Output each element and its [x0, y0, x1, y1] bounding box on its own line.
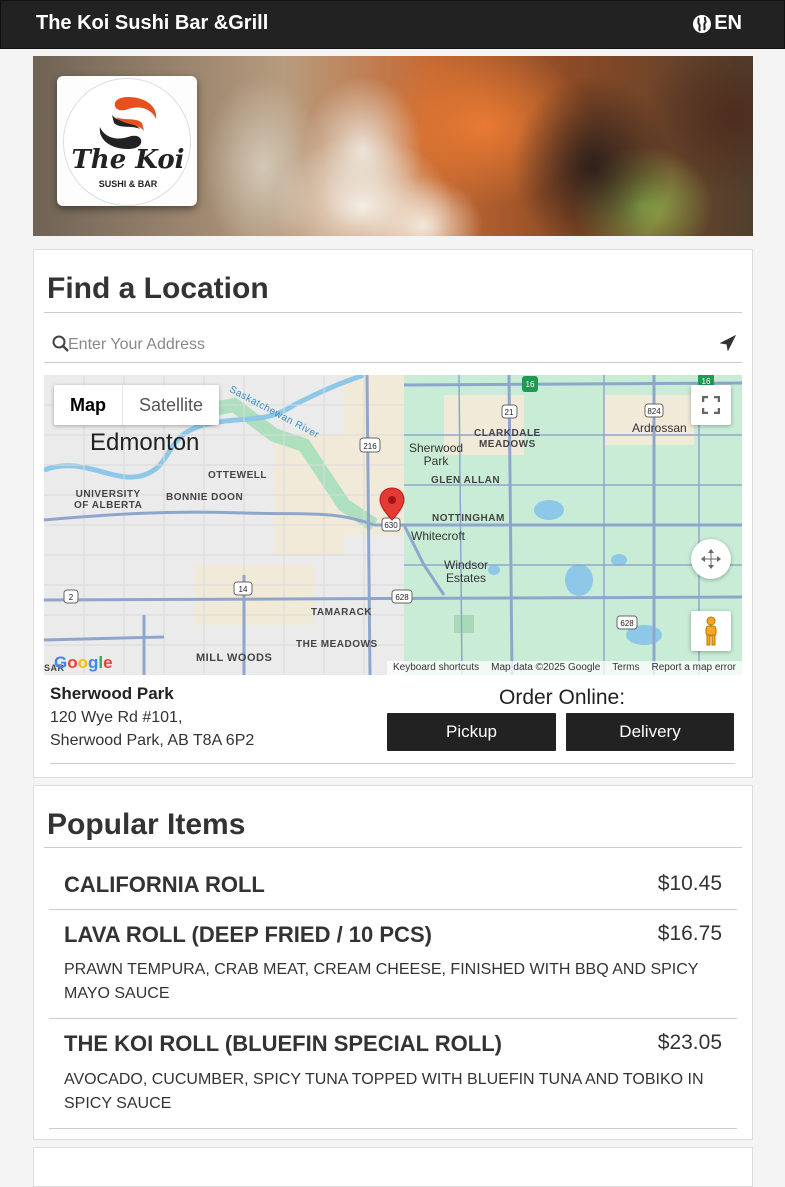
logo-subtitle: SUSHI & BAR: [98, 179, 158, 189]
map-area-label: UNIVERSITY OF ALBERTA: [74, 489, 143, 511]
menu-item-description: PRAWN TEMPURA, CRAB MEAT, CREAM CHEESE, …: [64, 961, 699, 1002]
map-city-label: Edmonton: [90, 429, 200, 456]
top-navbar: The Koi Sushi Bar &Grill EN: [0, 0, 785, 49]
terms-link[interactable]: Terms: [612, 662, 639, 674]
map-area-label: MILL WOODS: [196, 652, 273, 664]
fullscreen-button[interactable]: [691, 385, 731, 425]
menu-item-price: $23.05: [657, 1031, 722, 1054]
divider: [44, 362, 742, 363]
globe-icon: [693, 14, 712, 33]
map-town-label: Sherwood Park: [409, 441, 464, 468]
divider: [44, 847, 742, 848]
route-shield-text: 824: [647, 407, 661, 416]
menu-item-name: CALIFORNIA ROLL: [64, 872, 265, 897]
divider: [50, 763, 735, 764]
address-line-1: 120 Wye Rd #101,: [50, 709, 183, 726]
popular-items-title: Popular Items: [47, 808, 246, 841]
location-name: Sherwood Park: [50, 684, 174, 703]
route-shield-text: 628: [395, 593, 409, 602]
keyboard-shortcuts-link[interactable]: Keyboard shortcuts: [393, 662, 479, 674]
satellite-view-button[interactable]: Satellite: [123, 385, 219, 425]
address-search-input[interactable]: [68, 332, 708, 358]
hero-banner: The Koi SUSHI & BAR: [33, 56, 753, 236]
map-type-control: Map Satellite: [54, 385, 220, 425]
next-panel: [33, 1147, 753, 1187]
route-shield-text: 14: [239, 585, 248, 594]
map-area-label: THE MEADOWS: [296, 639, 378, 650]
restaurant-logo[interactable]: The Koi SUSHI & BAR: [57, 76, 197, 206]
menu-item-price: $10.45: [657, 872, 722, 895]
map-area-label: CLARKDALE MEADOWS: [474, 428, 541, 450]
map-area-label: NOTTINGHAM: [432, 513, 505, 524]
pickup-button[interactable]: Pickup: [387, 713, 556, 751]
location-panel-title: Find a Location: [47, 272, 269, 305]
route-shield-text: 628: [620, 619, 634, 628]
menu-item-price: $16.75: [657, 922, 722, 945]
map-area-label: TAMARACK: [311, 607, 373, 618]
popular-items-panel: Popular Items CALIFORNIA ROLL $10.45 LAV…: [33, 785, 753, 1140]
menu-item[interactable]: CALIFORNIA ROLL $10.45: [49, 860, 737, 910]
locate-arrow-icon[interactable]: [720, 335, 736, 351]
report-map-error-link[interactable]: Report a map error: [652, 662, 736, 674]
menu-item-name: LAVA ROLL (DEEP FRIED / 10 PCS): [64, 922, 432, 947]
route-shield-text: 21: [505, 408, 514, 417]
delivery-button[interactable]: Delivery: [566, 713, 734, 751]
fullscreen-icon: [702, 396, 720, 414]
pan-arrows-icon: [701, 549, 721, 569]
order-online-label: Order Online:: [499, 686, 626, 709]
route-shield-text: 16: [526, 380, 535, 389]
location-map[interactable]: 16 16 21 824 216 630 14 628 2 628 Edmont…: [44, 375, 742, 675]
map-town-label: Whitecroft: [411, 529, 466, 543]
logo-title: The Koi: [71, 145, 185, 175]
menu-item-description: AVOCADO, CUCUMBER, SPICY TUNA TOPPED WIT…: [64, 1071, 704, 1112]
route-shield-text: 630: [384, 521, 398, 530]
map-area-label: GLEN ALLAN: [431, 475, 501, 486]
pegman-icon: [705, 616, 717, 646]
address-line-2: Sherwood Park, AB T8A 6P2: [50, 732, 255, 749]
map-view-button[interactable]: Map: [54, 385, 123, 425]
street-view-button[interactable]: [691, 611, 731, 651]
language-label: EN: [714, 12, 742, 34]
brand-name[interactable]: The Koi Sushi Bar &Grill: [36, 12, 268, 35]
route-shield-text: 2: [69, 593, 74, 602]
menu-item-name: THE KOI ROLL (BLUEFIN SPECIAL ROLL): [64, 1031, 502, 1056]
menu-item[interactable]: THE KOI ROLL (BLUEFIN SPECIAL ROLL) $23.…: [49, 1019, 737, 1129]
divider: [44, 312, 742, 313]
menu-item[interactable]: LAVA ROLL (DEEP FRIED / 10 PCS) $16.75 P…: [49, 910, 737, 1019]
map-town-label: Ardrossan: [632, 421, 687, 435]
location-panel: Find a Location Enter Your Address 16 16…: [33, 249, 753, 778]
map-town-label: Windsor Estates: [444, 558, 489, 585]
camera-control-button[interactable]: [691, 539, 731, 579]
language-switcher[interactable]: EN: [692, 12, 742, 35]
koi-fish-icon: [99, 97, 157, 149]
google-logo[interactable]: Google: [54, 653, 113, 673]
map-data-attribution: Map data ©2025 Google: [491, 662, 601, 673]
map-footer: Keyboard shortcuts Map data ©2025 Google…: [386, 661, 742, 675]
route-shield-text: 216: [363, 442, 377, 451]
map-area-label: BONNIE DOON: [166, 492, 244, 503]
map-area-label: OTTEWELL: [208, 470, 267, 481]
